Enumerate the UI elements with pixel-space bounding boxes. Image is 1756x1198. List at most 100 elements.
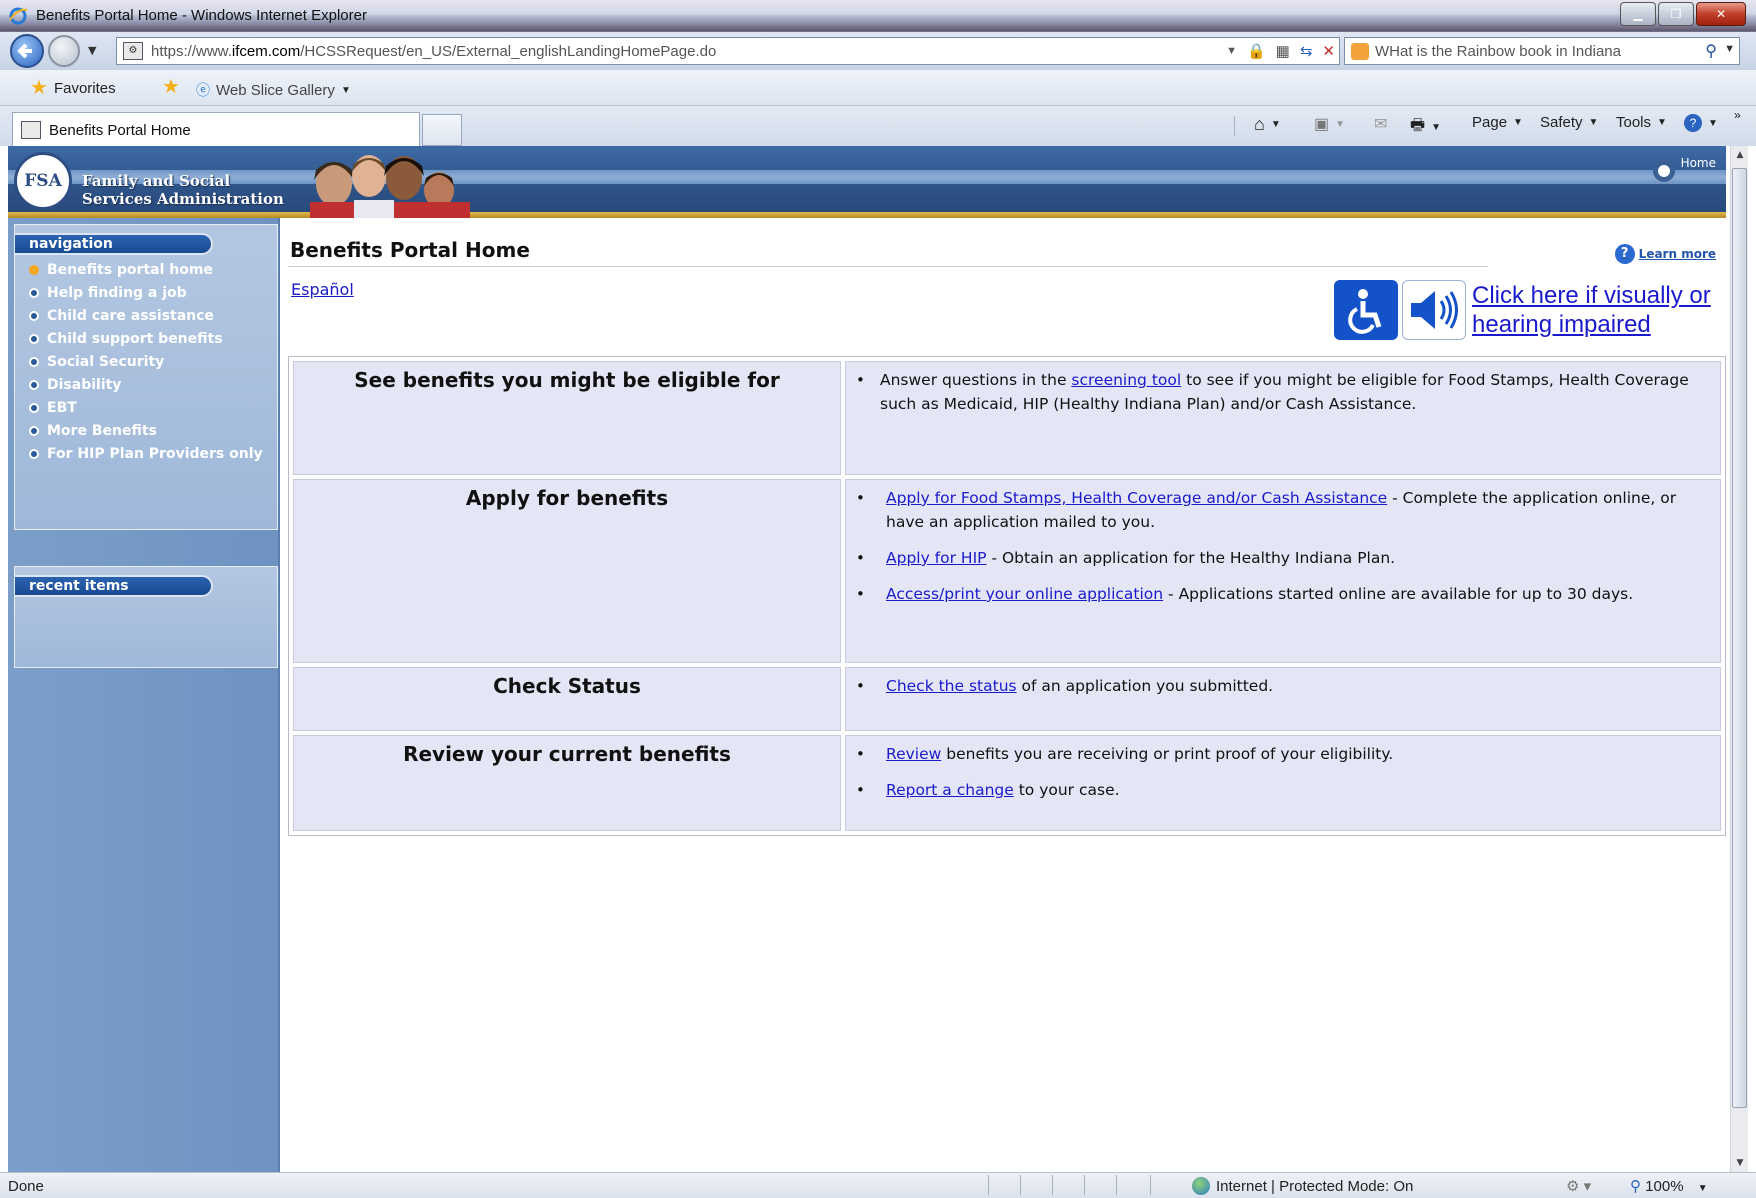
rss-icon: ▣ — [1314, 116, 1330, 133]
scroll-down-arrow-icon[interactable]: ▼ — [1731, 1154, 1749, 1172]
navigation-heading: navigation — [15, 233, 213, 255]
nav-item-disability[interactable]: Disability — [29, 378, 275, 393]
refresh-icon[interactable]: ⇆ — [1300, 42, 1313, 60]
item-text: to your case. — [1013, 781, 1120, 799]
nav-item-ebt[interactable]: EBT — [29, 401, 275, 416]
screening-tool-link[interactable]: screening tool — [1071, 371, 1181, 389]
ie-logo-icon — [9, 7, 28, 25]
compatibility-view-icon[interactable]: ▦ — [1276, 42, 1290, 60]
minimize-button[interactable]: ▁ — [1620, 2, 1656, 26]
help-icon: ? — [1684, 114, 1702, 132]
recent-pages-dropdown[interactable]: ▼ — [88, 44, 96, 57]
add-to-favorites-button[interactable]: ★ — [162, 77, 180, 97]
zoom-control[interactable]: ⚲ 100% ▼ — [1630, 1177, 1708, 1195]
zoom-level: 100% — [1645, 1178, 1684, 1195]
url-path: /HCSSRequest/en_US/External_englishLandi… — [300, 43, 717, 60]
more-commands-chevron[interactable]: » — [1734, 108, 1741, 122]
home-toolbar-button[interactable]: ⌂ ▼ — [1254, 114, 1281, 135]
learn-more-label: Learn more — [1638, 247, 1716, 261]
row-content: Apply for Food Stamps, Health Coverage a… — [845, 479, 1721, 663]
restore-button[interactable]: ❐ — [1658, 2, 1694, 26]
search-icon[interactable]: ⚲ — [1705, 41, 1717, 61]
status-text: Done — [8, 1178, 44, 1195]
search-input[interactable]: WHat is the Rainbow book in Indiana ⚲ ▼ — [1344, 37, 1740, 65]
accessibility-link-text[interactable]: Click here if visually or hearing impair… — [1472, 281, 1718, 339]
help-menu[interactable]: ? ▼ — [1684, 114, 1718, 132]
web-slice-label: Web Slice Gallery — [216, 81, 335, 99]
list-item: Apply for HIP - Obtain an application fo… — [856, 546, 1710, 570]
org-name-line2: Services Administration — [82, 190, 284, 208]
tab-benefits-portal-home[interactable]: Benefits Portal Home — [12, 112, 420, 146]
page-menu-label: Page — [1472, 114, 1508, 131]
address-input[interactable]: ⚙ https://www.ifcem.com/HCSSRequest/en_U… — [116, 37, 1340, 65]
row-heading: Apply for benefits — [293, 479, 841, 663]
check-status-link[interactable]: Check the status — [886, 677, 1017, 695]
benefits-table: See benefits you might be eligible for A… — [288, 356, 1726, 836]
search-text: WHat is the Rainbow book in Indiana — [1375, 43, 1621, 60]
speaker-icon[interactable] — [1402, 280, 1466, 340]
apply-food-stamps-link[interactable]: Apply for Food Stamps, Health Coverage a… — [886, 489, 1387, 507]
close-window-button[interactable]: ✕ — [1696, 2, 1746, 26]
learn-more-link[interactable]: ? Learn more — [1614, 244, 1716, 264]
home-circle-icon — [1652, 160, 1675, 182]
table-row: Review your current benefits Review bene… — [293, 735, 1721, 831]
row-content: Answer questions in the screening tool t… — [845, 361, 1721, 475]
espanol-link[interactable]: Español — [291, 280, 354, 299]
tools-menu[interactable]: Tools ▼ — [1616, 114, 1667, 131]
wheelchair-icon[interactable] — [1334, 280, 1398, 340]
url-domain: ifcem.com — [231, 43, 301, 60]
family-photo — [310, 155, 470, 218]
page-menu[interactable]: Page ▼ — [1472, 114, 1523, 131]
print-button[interactable]: 🖶 ▼ — [1410, 114, 1441, 141]
security-zone[interactable]: Internet | Protected Mode: On — [1192, 1177, 1413, 1195]
row-content: Check the status of an application you s… — [845, 667, 1721, 731]
search-options-dropdown[interactable]: ▼ — [1724, 43, 1735, 55]
back-button[interactable] — [10, 34, 44, 68]
nav-item-more-benefits[interactable]: More Benefits — [29, 424, 275, 439]
read-mail-button[interactable]: ✉ — [1374, 114, 1387, 134]
list-item: Review benefits you are receiving or pri… — [856, 742, 1710, 766]
scroll-up-arrow-icon[interactable]: ▲ — [1731, 146, 1749, 164]
nav-item-hip-plan-providers[interactable]: For HIP Plan Providers only — [29, 447, 275, 462]
web-slice-gallery-link[interactable]: ⓔ Web Slice Gallery ▼ — [196, 80, 351, 100]
forward-button[interactable] — [48, 35, 80, 67]
tab-label: Benefits Portal Home — [49, 122, 191, 139]
item-text: of an application you submitted. — [1016, 677, 1274, 695]
favorites-button[interactable]: ★ Favorites — [30, 78, 116, 98]
lock-icon[interactable]: 🔒 — [1247, 42, 1266, 60]
access-print-application-link[interactable]: Access/print your online application — [886, 585, 1163, 603]
back-arrow-icon — [17, 43, 32, 59]
review-link[interactable]: Review — [886, 745, 941, 763]
nav-item-label: EBT — [47, 400, 77, 416]
home-link[interactable]: Home — [1652, 156, 1716, 182]
address-dropdown-icon[interactable]: ▼ — [1226, 42, 1237, 60]
stop-icon[interactable]: ✕ — [1322, 42, 1335, 60]
nav-item-child-care-assistance[interactable]: Child care assistance — [29, 309, 275, 324]
nav-item-benefits-portal-home[interactable]: Benefits portal home — [29, 263, 275, 278]
report-change-link[interactable]: Report a change — [886, 781, 1014, 799]
bing-logo-icon — [1351, 43, 1369, 60]
nav-item-social-security[interactable]: Social Security — [29, 355, 275, 370]
list-item: Apply for Food Stamps, Health Coverage a… — [856, 486, 1710, 534]
scrollbar-thumb[interactable] — [1732, 168, 1747, 1108]
browser-window: Benefits Portal Home - Windows Internet … — [0, 0, 1756, 1198]
globe-icon — [1192, 1177, 1210, 1195]
bullet-icon — [29, 311, 39, 321]
nav-item-help-finding-a-job[interactable]: Help finding a job — [29, 286, 275, 301]
nav-item-label: Child support benefits — [47, 331, 223, 347]
apply-hip-link[interactable]: Apply for HIP — [886, 549, 987, 567]
navigation-panel: navigation Benefits portal home Help fin… — [14, 224, 278, 530]
new-tab-button[interactable] — [422, 114, 462, 146]
feeds-button[interactable]: ▣ ▼ — [1314, 114, 1345, 134]
nav-item-label: For HIP Plan Providers only — [47, 446, 263, 462]
tools-menu-label: Tools — [1616, 114, 1652, 131]
safety-menu[interactable]: Safety ▼ — [1540, 114, 1598, 131]
vertical-scrollbar[interactable]: ▲ ▼ — [1730, 146, 1748, 1172]
nav-item-child-support-benefits[interactable]: Child support benefits — [29, 332, 275, 347]
add-ons-icon[interactable]: ⚙ ▾ — [1566, 1177, 1591, 1195]
zoom-dropdown-icon[interactable]: ▼ — [1698, 1183, 1708, 1194]
accessibility-link[interactable]: Click here if visually or hearing impair… — [1334, 280, 1718, 340]
org-name-line1: Family and Social — [82, 172, 231, 190]
nav-item-label: Child care assistance — [47, 308, 214, 324]
fssa-seal-logo: FSA — [14, 152, 72, 210]
